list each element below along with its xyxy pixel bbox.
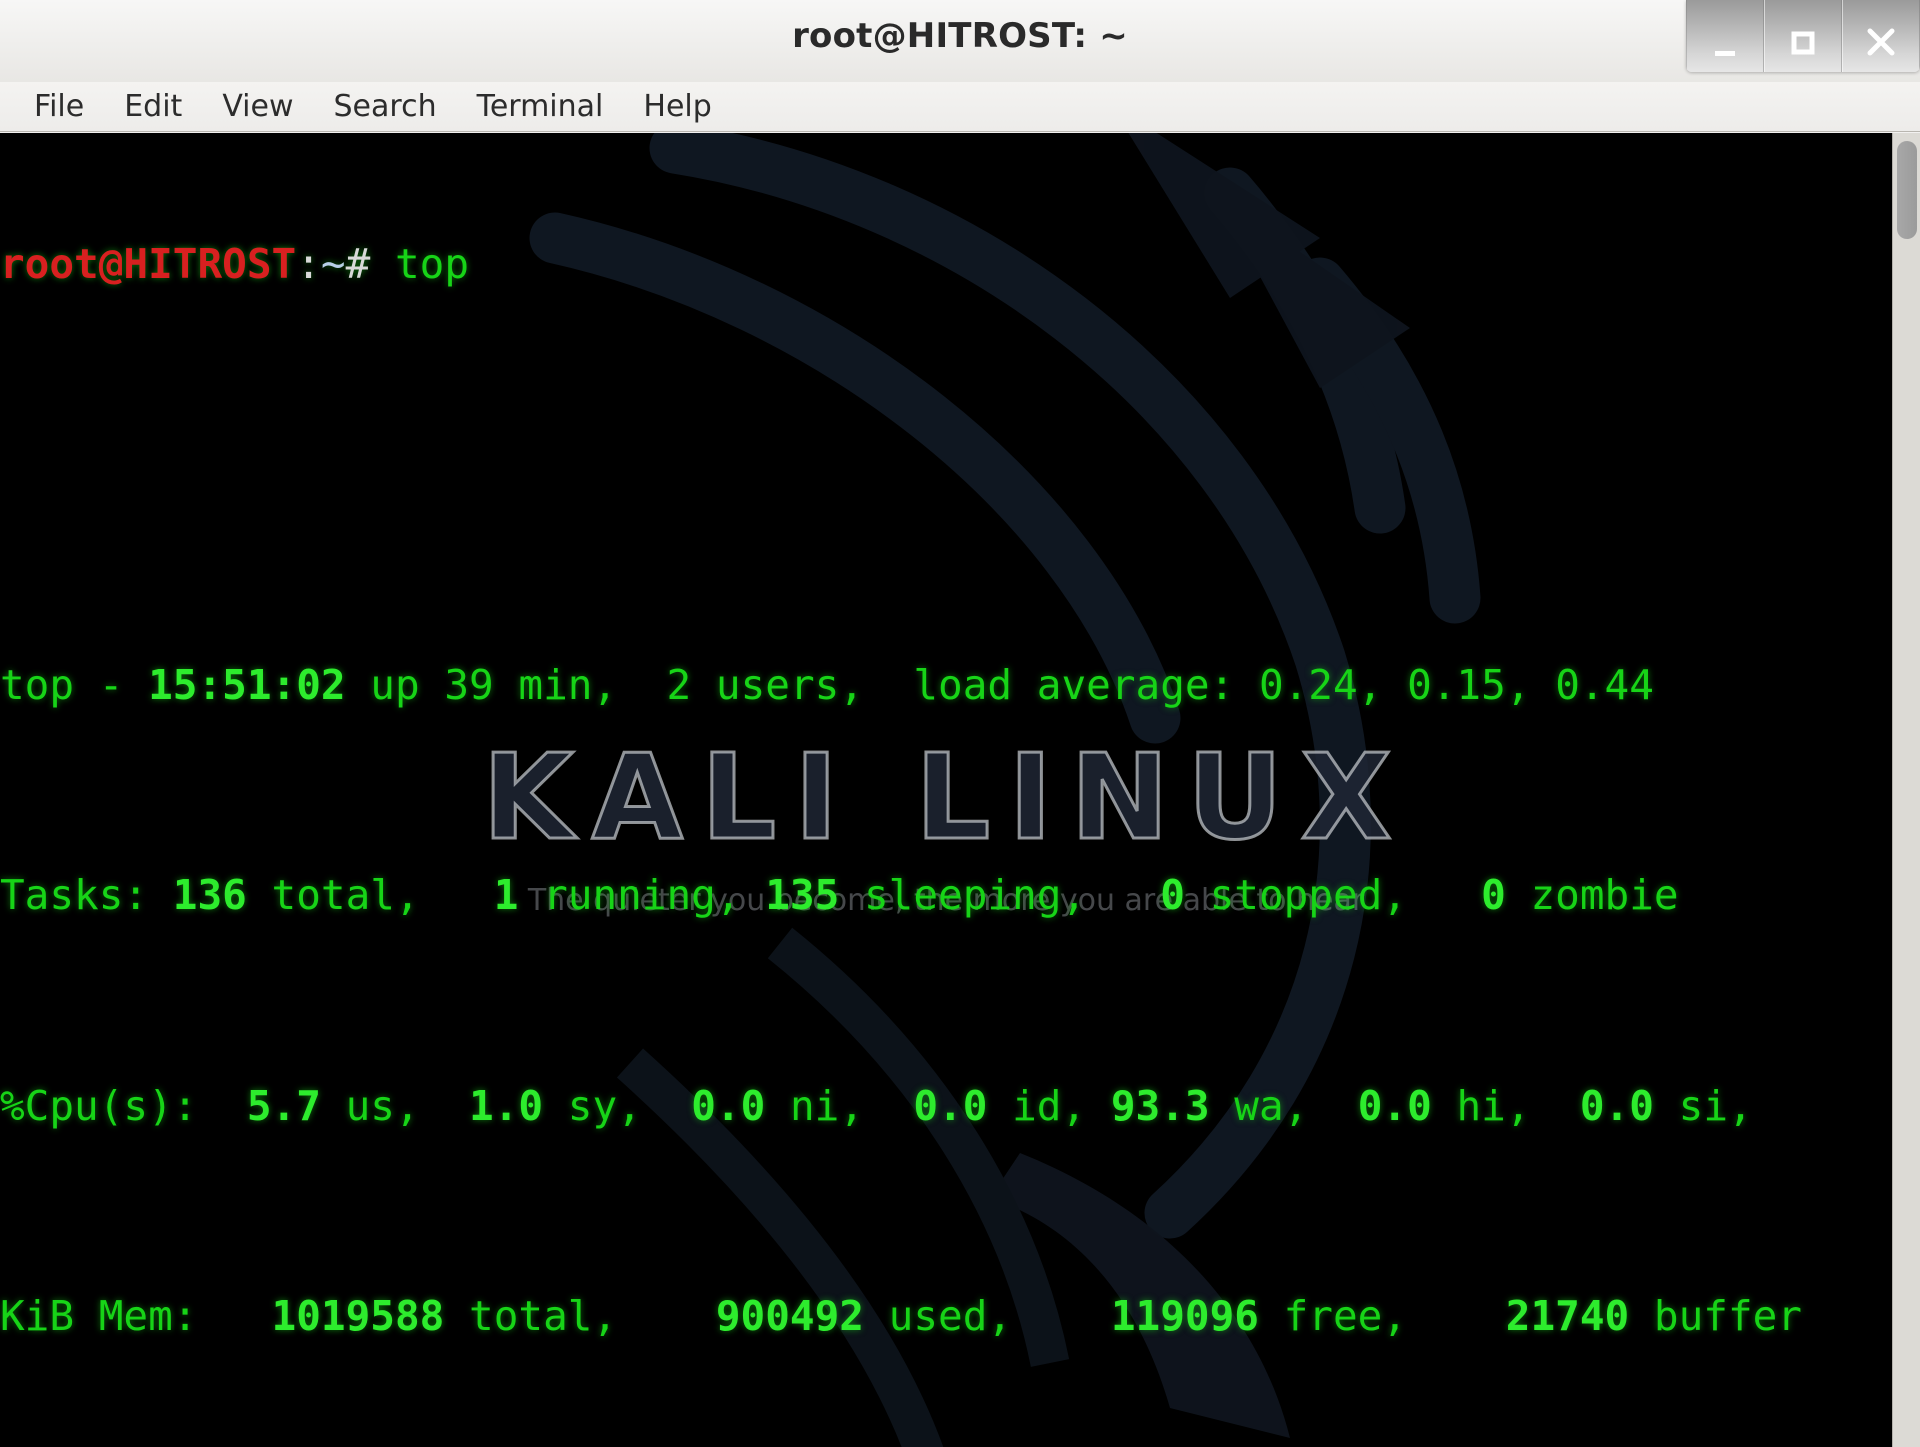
close-icon <box>1865 26 1897 58</box>
tasks-zombie: 0 <box>1481 871 1506 920</box>
menubar: File Edit View Search Terminal Help <box>0 82 1920 132</box>
menu-search[interactable]: Search <box>314 87 457 126</box>
tasks-line: Tasks: 136 total, 1 running, 135 sleepin… <box>0 871 1679 920</box>
tasks-running: 1 <box>493 871 519 920</box>
mem-used: 900492 <box>715 1292 864 1341</box>
prompt-userhost: root@HITROST <box>0 240 297 289</box>
tasks-sleeping: 135 <box>765 871 840 920</box>
menu-file[interactable]: File <box>14 87 104 126</box>
terminal-output: root@HITROST:~# top top - 15:51:02 up 39… <box>0 133 1892 1447</box>
cpu-label: %Cpu(s): <box>0 1081 198 1130</box>
top-summary-line: top - 15:51:02 up 39 min, 2 users, load … <box>0 660 1654 709</box>
mem-buffers: 21740 <box>1505 1292 1630 1341</box>
menu-edit[interactable]: Edit <box>104 87 202 126</box>
cpu-sy: 1.0 <box>469 1081 544 1130</box>
load-15: 0.44 <box>1555 660 1654 709</box>
cpu-line: %Cpu(s): 5.7 us, 1.0 sy, 0.0 ni, 0.0 id,… <box>0 1081 1753 1130</box>
tasks-stopped: 0 <box>1160 871 1185 920</box>
minimize-icon <box>1710 36 1740 58</box>
cpu-hi: 0.0 <box>1357 1081 1432 1130</box>
blank-line-1 <box>0 449 1892 502</box>
prompt-path: ~ <box>320 240 346 289</box>
vertical-scrollbar[interactable] <box>1892 133 1920 1447</box>
mem-free: 119096 <box>1110 1292 1259 1341</box>
menu-terminal[interactable]: Terminal <box>457 87 624 126</box>
close-button[interactable] <box>1842 0 1920 72</box>
prompt-command: top <box>394 240 470 289</box>
cpu-wa: 93.3 <box>1110 1081 1210 1130</box>
cpu-id: 0.0 <box>913 1081 988 1130</box>
mem-label: KiB Mem: <box>0 1292 198 1341</box>
scrollbar-thumb[interactable] <box>1897 141 1917 239</box>
menu-view[interactable]: View <box>202 87 313 126</box>
load-5: 0.15 <box>1407 660 1506 709</box>
window-controls <box>1686 0 1920 72</box>
terminal-screen[interactable]: KALI LINUX The quieter you become, the m… <box>0 133 1892 1447</box>
prompt-line: root@HITROST:~# top <box>0 238 1892 291</box>
maximize-button[interactable] <box>1764 0 1842 72</box>
menu-help[interactable]: Help <box>623 87 731 126</box>
tasks-total: 136 <box>172 871 247 920</box>
cpu-ni: 0.0 <box>691 1081 766 1130</box>
terminal-window: root@HITROST: ~ File Edit View Search Te… <box>0 0 1920 1447</box>
mem-line: KiB Mem: 1019588 total, 900492 used, 119… <box>0 1292 1802 1341</box>
window-titlebar: root@HITROST: ~ <box>0 0 1920 83</box>
tasks-label: Tasks: <box>0 871 149 920</box>
cpu-us: 5.7 <box>246 1081 321 1130</box>
uptime-value: 39 min <box>444 660 593 709</box>
minimize-button[interactable] <box>1686 0 1764 72</box>
uptime-clock: 15:51:02 <box>148 660 346 709</box>
prompt-sigil: # <box>345 240 395 289</box>
load-1: 0.24 <box>1258 660 1358 709</box>
cpu-si: 0.0 <box>1579 1081 1654 1130</box>
users-count: 2 <box>666 660 692 709</box>
window-title: root@HITROST: ~ <box>792 16 1128 56</box>
prompt-colon: : <box>296 240 321 289</box>
mem-total: 1019588 <box>271 1292 445 1341</box>
maximize-icon <box>1788 28 1818 58</box>
